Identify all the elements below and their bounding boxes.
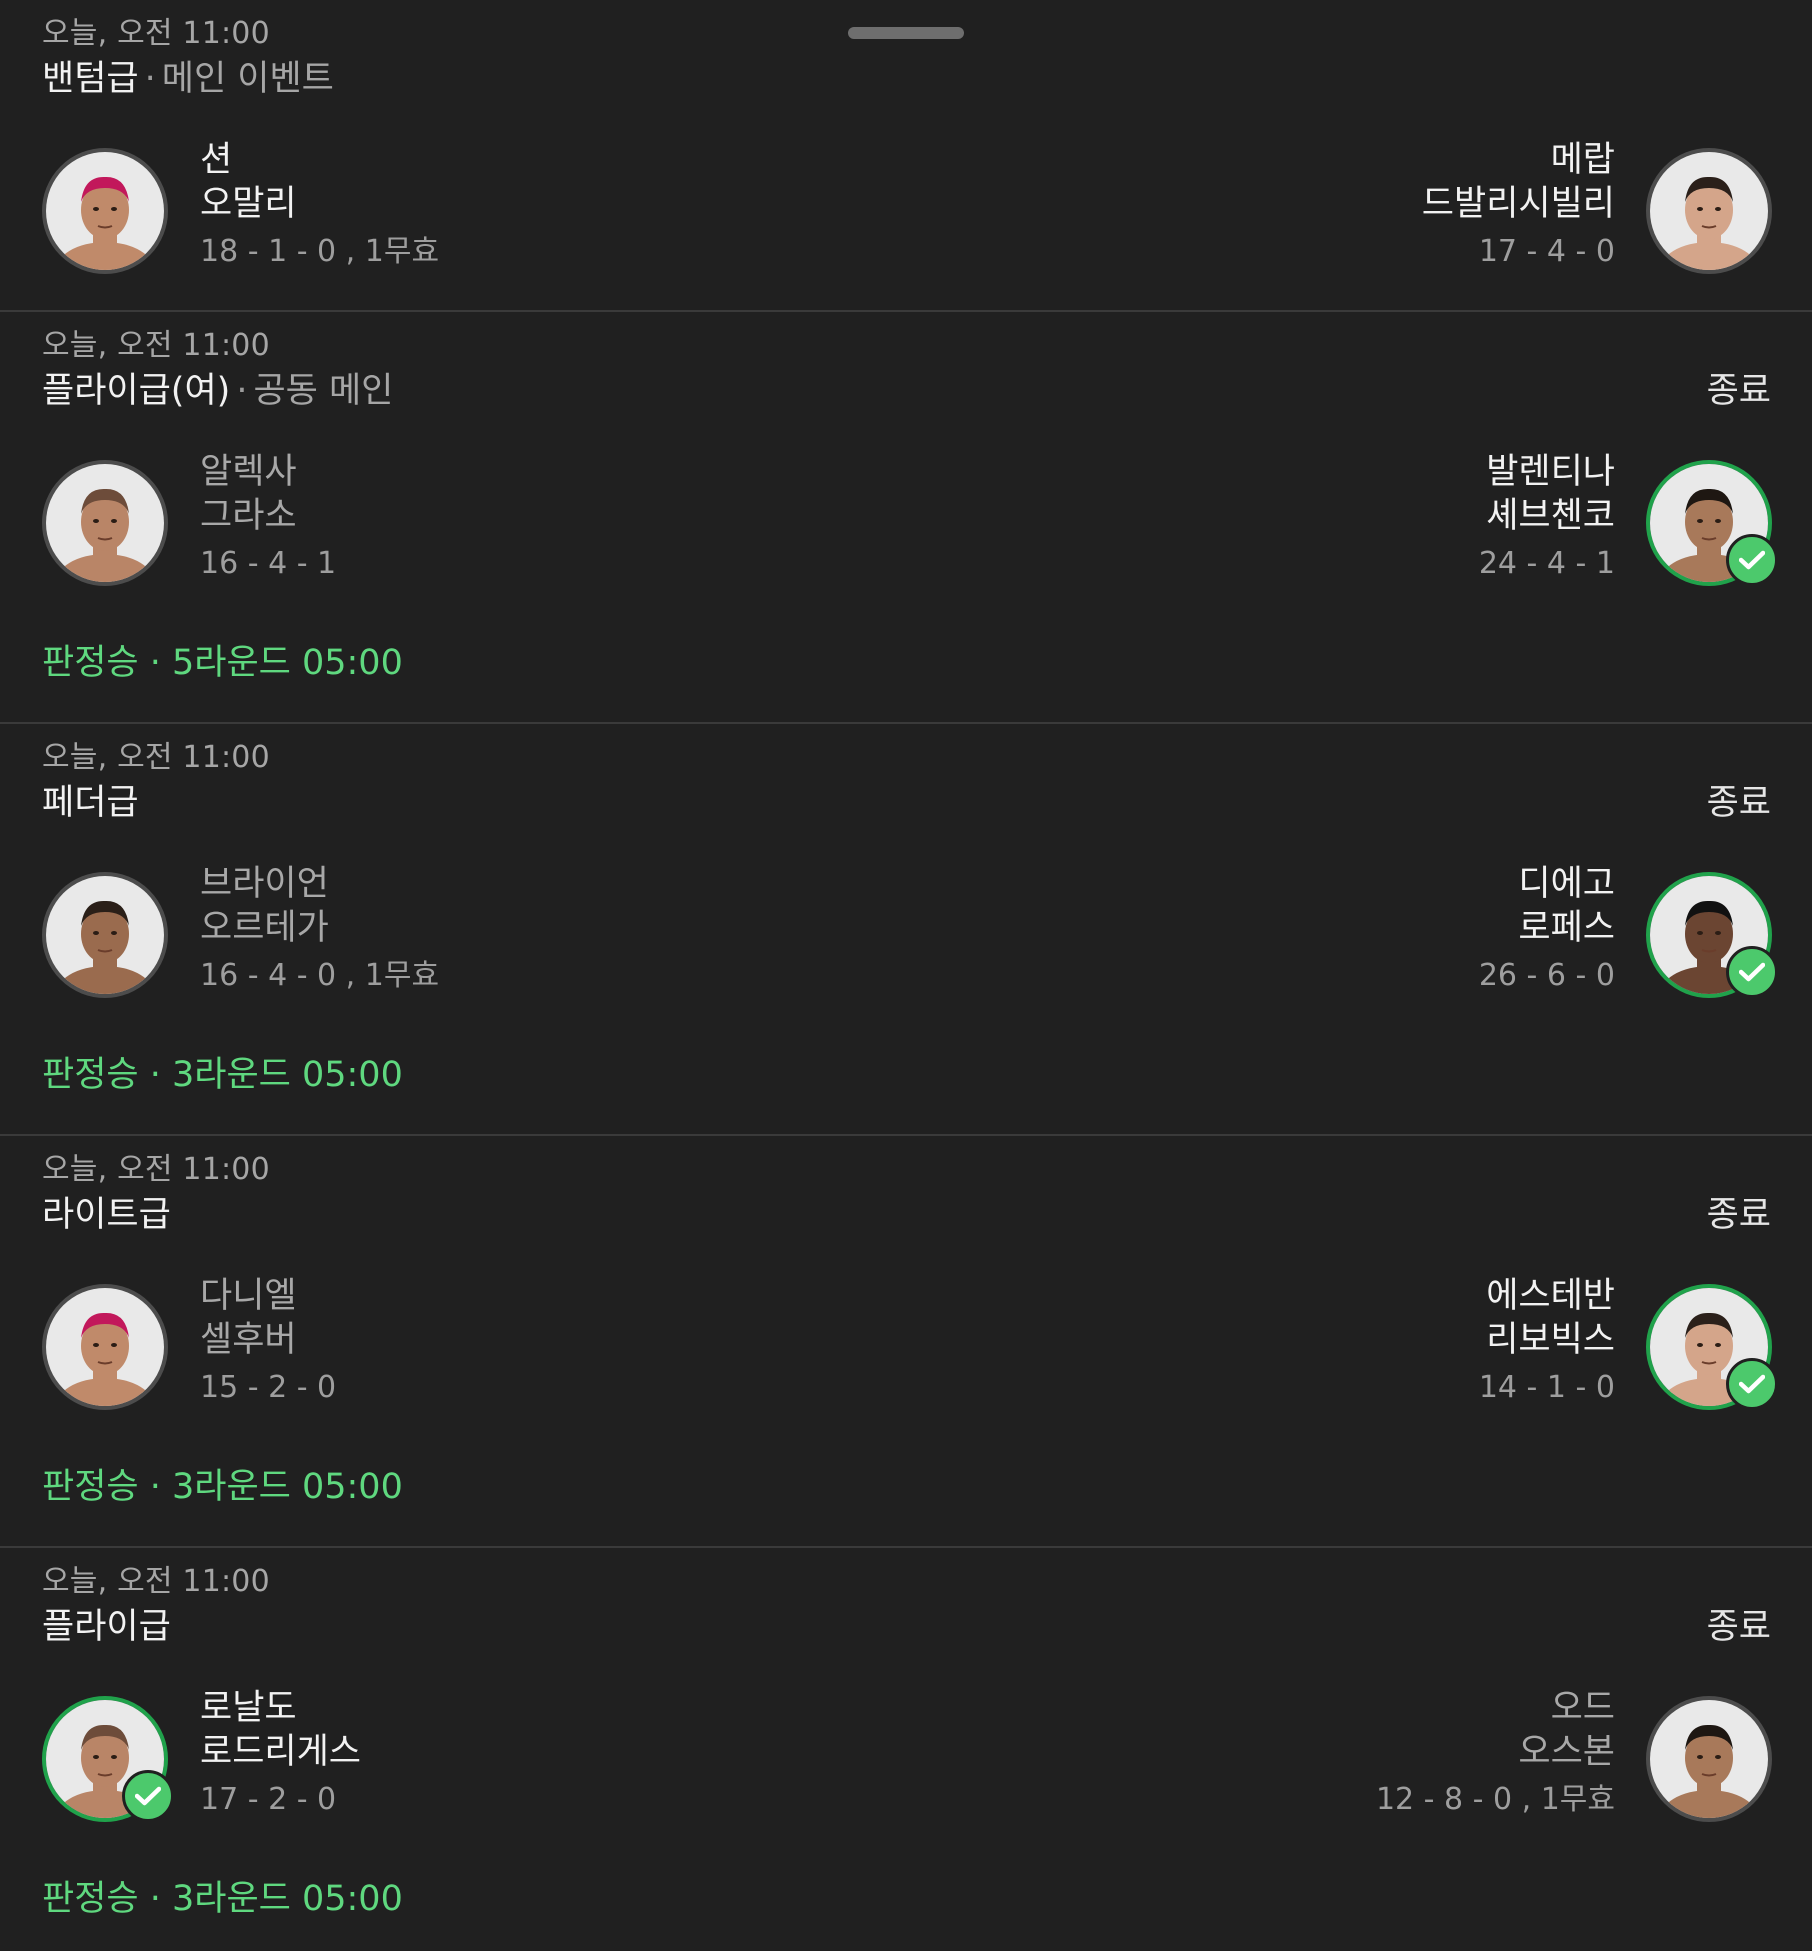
fighter-right-record: 26 - 6 - 0 <box>1478 958 1615 993</box>
fighter-left[interactable]: 브라이언 오르테가 16 - 4 - 0 , 1무효 <box>200 862 439 998</box>
fighter-left-last-name: 오르테가 <box>200 908 329 948</box>
winner-check-icon <box>1726 946 1778 998</box>
fight-title: 플라이급 <box>42 1598 171 1649</box>
fighter-left-first-name: 알렉사 <box>200 452 297 492</box>
fighter-left-record: 17 - 2 - 0 <box>200 1782 337 1817</box>
weight-class: 페더급 <box>42 783 139 823</box>
winner-check-icon <box>1726 1358 1778 1410</box>
fighter-right[interactable]: 디에고 로페스 26 - 6 - 0 <box>1479 862 1615 998</box>
fighter-right[interactable]: 오드 오스본 12 - 8 - 0 , 1무효 <box>1376 1686 1615 1822</box>
fight-time: 오늘, 오전 11:00 <box>42 16 270 51</box>
winner-check-icon <box>122 1770 174 1822</box>
fighter-left-record: 18 - 1 - 0 , 1무효 <box>200 234 440 269</box>
fight-card[interactable]: 오늘, 오전 11:00 페더급 종료브라이언 오르테가 16 - 4 - 0 , 1무… <box>0 724 1812 1136</box>
fighter-right-avatar[interactable] <box>1646 872 1778 998</box>
fighter-right-first-name: 메랍 <box>1550 140 1615 180</box>
fighter-left-first-name: 로날도 <box>200 1688 297 1728</box>
fight-title: 밴텀급 · 메인 이벤트 <box>42 50 334 101</box>
fighter-right[interactable]: 에스테반 리보빅스 14 - 1 - 0 <box>1479 1274 1615 1410</box>
fighter-right[interactable]: 발렌티나 셰브첸코 24 - 4 - 1 <box>1479 450 1615 586</box>
fighter-left-last-name: 로드리게스 <box>200 1732 362 1772</box>
fighter-left-last-name: 셀후버 <box>200 1320 297 1360</box>
weight-class: 플라이급 <box>42 1607 171 1647</box>
fighter-right-avatar[interactable] <box>1646 460 1778 586</box>
fighter-left-avatar[interactable] <box>42 1696 174 1822</box>
fight-card[interactable]: 오늘, 오전 11:00 플라이급(여) · 공동 메인 종료 알렉사 그라소 16 - 4 … <box>0 312 1812 724</box>
weight-class: 밴텀급 <box>42 59 139 99</box>
fight-list: 오늘, 오전 11:00 밴텀급 · 메인 이벤트 션 오말리 18 - 1 - 0 , 1… <box>0 0 1812 1951</box>
fighter-right-last-name: 리보빅스 <box>1486 1320 1615 1360</box>
fighter-right-first-name: 디에고 <box>1518 864 1615 904</box>
fight-title: 라이트급 <box>42 1186 171 1237</box>
fighter-right-record: 12 - 8 - 0 , 1무효 <box>1375 1782 1615 1817</box>
fighter-left-last-name: 그라소 <box>200 496 297 536</box>
fighter-left-last-name: 오말리 <box>200 184 297 224</box>
fight-status-badge: 종료 <box>1706 371 1771 411</box>
weight-class: 플라이급(여) <box>42 371 231 411</box>
fight-card[interactable]: 오늘, 오전 11:00 라이트급 종료다니엘 셀후버 15 - 2 - 0 에스테반 리보… <box>0 1136 1812 1548</box>
fighter-right-last-name: 오스본 <box>1518 1732 1615 1772</box>
fight-result: 판정승 · 3라운드 05:00 <box>42 1879 403 1919</box>
fighter-right-first-name: 에스테반 <box>1486 1276 1615 1316</box>
fighter-left-record: 15 - 2 - 0 <box>200 1370 337 1405</box>
title-separator: · <box>236 371 248 411</box>
fighter-right-avatar[interactable] <box>1646 1284 1778 1410</box>
fight-result: 판정승 · 5라운드 05:00 <box>42 643 403 683</box>
fighter-left-first-name: 다니엘 <box>200 1276 297 1316</box>
fight-status-badge: 종료 <box>1706 783 1771 823</box>
weight-class: 라이트급 <box>42 1195 171 1235</box>
fighter-right-last-name: 셰브첸코 <box>1486 496 1615 536</box>
fighter-left-avatar[interactable] <box>42 1284 168 1410</box>
fighter-right-record: 14 - 1 - 0 <box>1478 1370 1615 1405</box>
fight-status-badge: 종료 <box>1706 1607 1771 1647</box>
fighter-right-avatar[interactable] <box>1646 148 1772 274</box>
fight-time: 오늘, 오전 11:00 <box>42 740 270 775</box>
fight-time: 오늘, 오전 11:00 <box>42 1564 270 1599</box>
fighter-left-record: 16 - 4 - 0 , 1무효 <box>200 958 440 993</box>
fighter-left[interactable]: 션 오말리 18 - 1 - 0 , 1무효 <box>200 138 439 274</box>
bout-tag: 공동 메인 <box>253 371 394 411</box>
fighter-left-avatar[interactable] <box>42 148 168 274</box>
title-separator: · <box>144 59 156 99</box>
fighter-left-first-name: 브라이언 <box>200 864 329 904</box>
fighter-left[interactable]: 알렉사 그라소 16 - 4 - 1 <box>200 450 336 586</box>
fighter-right-first-name: 오드 <box>1550 1688 1615 1728</box>
fight-result: 판정승 · 3라운드 05:00 <box>42 1467 403 1507</box>
fighter-right[interactable]: 메랍 드발리시빌리 17 - 4 - 0 <box>1422 138 1615 274</box>
fight-result: 판정승 · 3라운드 05:00 <box>42 1055 403 1095</box>
fighter-right-last-name: 로페스 <box>1518 908 1615 948</box>
fight-card[interactable]: 오늘, 오전 11:00 밴텀급 · 메인 이벤트 션 오말리 18 - 1 - 0 , 1… <box>0 0 1812 312</box>
fighter-right-avatar[interactable] <box>1646 1696 1772 1822</box>
fighter-left[interactable]: 다니엘 셀후버 15 - 2 - 0 <box>200 1274 336 1410</box>
fighter-left-first-name: 션 <box>200 140 233 180</box>
winner-check-icon <box>1726 534 1778 586</box>
bout-tag: 메인 이벤트 <box>161 59 334 99</box>
fighter-right-last-name: 드발리시빌리 <box>1421 184 1615 224</box>
fighter-right-first-name: 발렌티나 <box>1486 452 1615 492</box>
fighter-left-avatar[interactable] <box>42 460 168 586</box>
fight-title: 페더급 <box>42 774 139 825</box>
fight-card[interactable]: 오늘, 오전 11:00 플라이급 종료로날도 로드리게스 17 - 2 - 0 오드 오스… <box>0 1548 1812 1951</box>
fighter-left[interactable]: 로날도 로드리게스 17 - 2 - 0 <box>200 1686 361 1822</box>
fight-time: 오늘, 오전 11:00 <box>42 1152 270 1187</box>
fight-time: 오늘, 오전 11:00 <box>42 328 270 363</box>
fighter-right-record: 17 - 4 - 0 <box>1478 234 1615 269</box>
fighter-right-record: 24 - 4 - 1 <box>1478 546 1615 581</box>
fight-title: 플라이급(여) · 공동 메인 <box>42 362 393 413</box>
fighter-left-record: 16 - 4 - 1 <box>200 546 337 581</box>
fighter-left-avatar[interactable] <box>42 872 168 998</box>
fight-status-badge: 종료 <box>1706 1195 1771 1235</box>
